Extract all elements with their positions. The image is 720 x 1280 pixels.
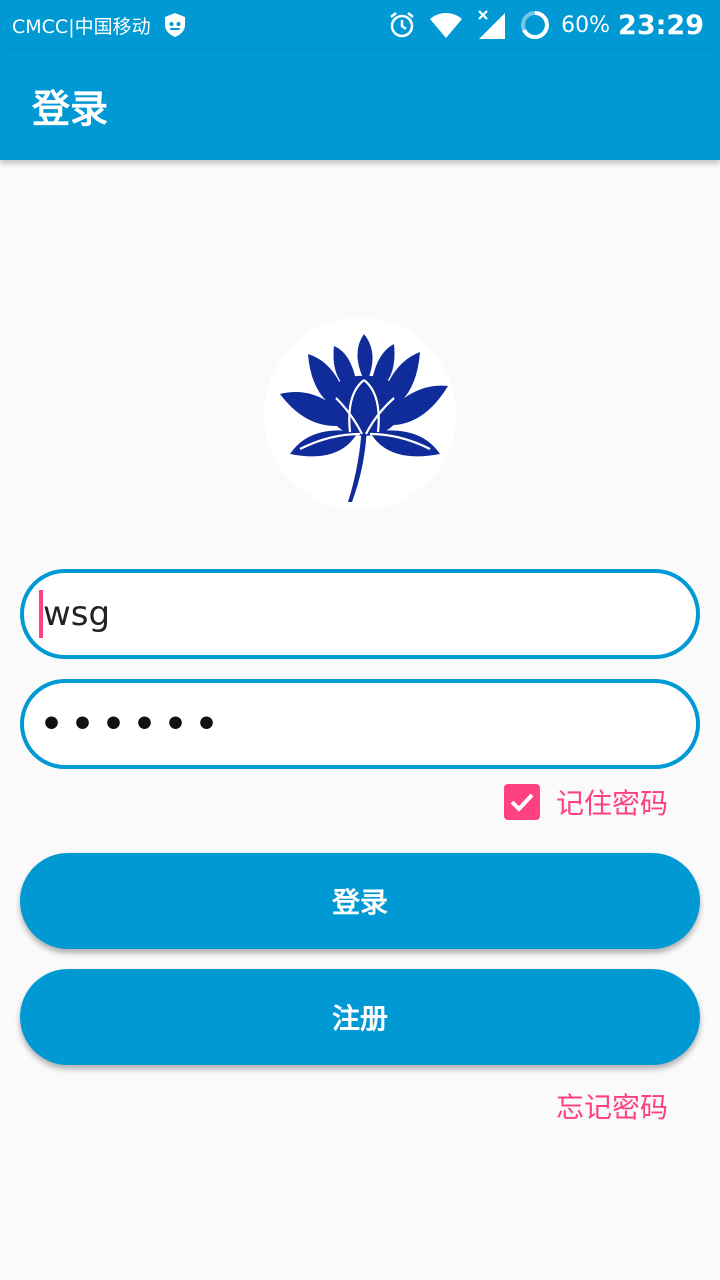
alarm-icon bbox=[387, 10, 417, 40]
carrier-badge-icon bbox=[163, 12, 189, 38]
status-right: 60% 23:29 bbox=[375, 0, 704, 50]
password-input[interactable]: •••••• bbox=[20, 679, 700, 769]
status-bar: CMCC|中国移动 60% 23:29 bbox=[0, 0, 720, 50]
remember-checkbox[interactable] bbox=[503, 784, 540, 820]
page-title: 登录 bbox=[32, 86, 109, 131]
remember-password-row[interactable]: 记住密码 bbox=[503, 782, 668, 822]
username-input[interactable]: wsg bbox=[20, 569, 700, 659]
register-button[interactable]: 注册 bbox=[20, 969, 700, 1065]
lotus-logo-icon bbox=[264, 318, 456, 510]
signal-icon bbox=[475, 9, 507, 41]
password-value: •••••• bbox=[40, 703, 227, 745]
clock: 23:29 bbox=[618, 9, 704, 41]
wifi-icon bbox=[429, 11, 463, 39]
battery-percent: 60% bbox=[561, 12, 611, 38]
check-icon bbox=[510, 793, 534, 812]
status-left: CMCC|中国移动 bbox=[12, 0, 189, 50]
battery-ring-icon bbox=[519, 9, 551, 41]
login-button[interactable]: 登录 bbox=[20, 853, 700, 949]
username-value: wsg bbox=[43, 594, 111, 634]
forgot-password-link[interactable]: 忘记密码 bbox=[556, 1086, 668, 1126]
app-bar: 登录 bbox=[0, 50, 720, 160]
remember-label: 记住密码 bbox=[555, 787, 668, 820]
carrier-text: CMCC|中国移动 bbox=[12, 15, 151, 38]
